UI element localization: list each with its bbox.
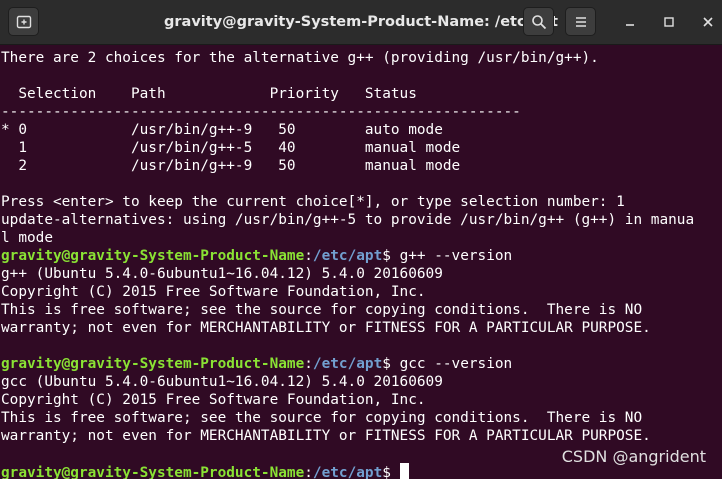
shell-prompt-active[interactable]: gravity@gravity-System-Product-Name:/etc…	[1, 463, 409, 479]
prompt-path: /etc/apt	[312, 248, 383, 264]
prompt-command: gcc --version	[390, 356, 513, 372]
shell-prompt: gravity@gravity-System-Product-Name:/etc…	[1, 355, 512, 373]
prompt-user-host: gravity@gravity-System-Product-Name	[1, 248, 305, 264]
alternatives-table-row: * 0 /usr/bin/g++-9 50 auto mode	[1, 122, 443, 138]
prompt-command	[391, 465, 400, 479]
terminal-line: warranty; not even for MERCHANTABILITY o…	[1, 428, 651, 444]
prompt-command: g++ --version	[390, 248, 513, 264]
terminal-output[interactable]: There are 2 choices for the alternative …	[0, 46, 722, 479]
terminal-line: l mode	[1, 230, 53, 246]
terminal-line: Copyright (C) 2015 Free Software Foundat…	[1, 284, 426, 300]
prompt-path: /etc/apt	[312, 465, 383, 479]
prompt-symbol: $	[382, 248, 391, 264]
text-cursor	[399, 463, 409, 479]
minimize-icon	[626, 24, 634, 26]
prompt-separator: :	[304, 465, 313, 479]
alternatives-table-row: 1 /usr/bin/g++-5 40 manual mode	[1, 140, 461, 156]
prompt-path: /etc/apt	[312, 356, 383, 372]
alternatives-table-divider: ----------------------------------------…	[1, 104, 521, 120]
prompt-separator: :	[304, 248, 313, 264]
terminal-line: This is free software; see the source fo…	[1, 302, 643, 318]
prompt-symbol: $	[382, 465, 391, 479]
alternatives-table-row: 2 /usr/bin/g++-9 50 manual mode	[1, 158, 461, 174]
terminal-line: Press <enter> to keep the current choice…	[1, 194, 625, 210]
terminal-line: g++ (Ubuntu 5.4.0-6ubuntu1~16.04.12) 5.4…	[1, 266, 443, 282]
terminal-line: There are 2 choices for the alternative …	[1, 50, 599, 66]
minimize-button[interactable]	[618, 10, 642, 34]
hamburger-menu-icon	[575, 16, 586, 27]
search-icon	[531, 14, 546, 29]
prompt-user-host: gravity@gravity-System-Product-Name	[1, 356, 305, 372]
alternatives-table-header: Selection Path Priority Status	[1, 86, 417, 102]
maximize-icon	[664, 17, 674, 27]
close-icon	[703, 17, 713, 27]
menu-button[interactable]	[565, 7, 596, 36]
prompt-user-host: gravity@gravity-System-Product-Name	[1, 465, 305, 479]
maximize-button[interactable]	[657, 10, 681, 34]
terminal-line: gcc (Ubuntu 5.4.0-6ubuntu1~16.04.12) 5.4…	[1, 374, 443, 390]
prompt-symbol: $	[382, 356, 391, 372]
terminal-line: update-alternatives: using /usr/bin/g++-…	[1, 212, 695, 228]
terminal-line: warranty; not even for MERCHANTABILITY o…	[1, 320, 651, 336]
title-bar: gravity@gravity-System-Product-Name: /et…	[0, 0, 722, 45]
terminal-line: This is free software; see the source fo…	[1, 410, 643, 426]
search-button[interactable]	[523, 7, 554, 36]
prompt-separator: :	[304, 356, 313, 372]
shell-prompt: gravity@gravity-System-Product-Name:/etc…	[1, 247, 512, 265]
close-button[interactable]	[696, 10, 720, 34]
terminal-line: Copyright (C) 2015 Free Software Foundat…	[1, 392, 426, 408]
watermark: CSDN @angrident	[561, 447, 706, 466]
window-title: gravity@gravity-System-Product-Name: /et…	[164, 14, 558, 30]
